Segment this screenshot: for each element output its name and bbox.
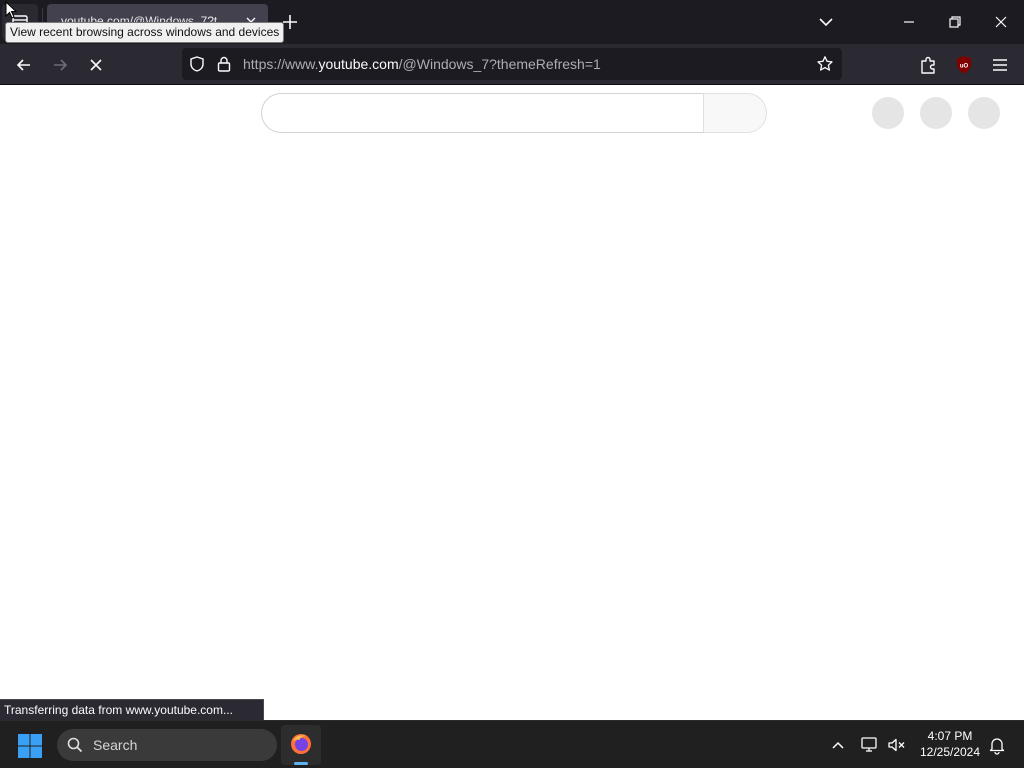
forward-arrow-icon[interactable] bbox=[47, 52, 73, 78]
tracking-protection-shield-icon[interactable] bbox=[188, 55, 206, 73]
lock-icon[interactable] bbox=[216, 55, 232, 73]
taskbar: Search 4:07 PM 12/25/2024 bbox=[0, 720, 1024, 768]
extensions-puzzle-icon[interactable] bbox=[918, 54, 940, 76]
youtube-search-input-placeholder[interactable] bbox=[261, 93, 704, 133]
ublock-origin-icon[interactable]: uO bbox=[953, 54, 975, 76]
header-icon-placeholder-1[interactable] bbox=[872, 97, 904, 129]
url-text[interactable]: https://www.youtube.com/@Windows_7?theme… bbox=[243, 56, 601, 72]
taskbar-search-label: Search bbox=[93, 737, 138, 753]
page-content bbox=[0, 85, 1024, 720]
stop-loading-icon[interactable] bbox=[83, 52, 109, 78]
network-icon[interactable] bbox=[859, 735, 881, 755]
taskbar-firefox-button[interactable] bbox=[281, 725, 321, 765]
list-all-tabs-icon[interactable] bbox=[814, 12, 838, 32]
header-icon-placeholder-3[interactable] bbox=[968, 97, 1000, 129]
address-bar[interactable]: https://www.youtube.com/@Windows_7?theme… bbox=[182, 48, 842, 80]
back-arrow-icon[interactable] bbox=[11, 52, 37, 78]
firefox-icon bbox=[291, 734, 311, 754]
bookmark-star-icon[interactable] bbox=[816, 55, 834, 73]
windows-start-icon[interactable] bbox=[16, 732, 44, 760]
app-menu-hamburger-icon[interactable] bbox=[989, 54, 1011, 76]
window-close-icon[interactable] bbox=[986, 8, 1016, 36]
clock[interactable]: 4:07 PM 12/25/2024 bbox=[912, 728, 988, 760]
svg-text:uO: uO bbox=[960, 64, 969, 70]
url-path: /@Windows_7?themeRefresh=1 bbox=[398, 56, 601, 72]
navigation-toolbar: https://www.youtube.com/@Windows_7?theme… bbox=[0, 44, 1024, 85]
status-panel: Transferring data from www.youtube.com..… bbox=[0, 699, 264, 721]
mouse-cursor-icon bbox=[5, 1, 17, 19]
clock-time: 4:07 PM bbox=[927, 729, 973, 743]
tooltip: View recent browsing across windows and … bbox=[5, 22, 285, 43]
search-icon bbox=[67, 737, 83, 753]
url-prefix: https://www. bbox=[243, 56, 319, 72]
taskbar-search-box[interactable]: Search bbox=[57, 729, 277, 761]
show-hidden-icons-chevron-icon[interactable] bbox=[828, 735, 848, 755]
minimize-icon[interactable] bbox=[894, 8, 924, 36]
notification-bell-icon[interactable] bbox=[987, 735, 1007, 755]
youtube-search-button-placeholder[interactable] bbox=[703, 93, 767, 133]
restore-icon[interactable] bbox=[940, 8, 970, 36]
url-host: youtube.com bbox=[318, 56, 399, 72]
volume-muted-icon[interactable] bbox=[886, 735, 908, 755]
clock-date: 12/25/2024 bbox=[919, 745, 981, 759]
header-icon-placeholder-2[interactable] bbox=[920, 97, 952, 129]
firefox-running-indicator bbox=[294, 762, 308, 765]
